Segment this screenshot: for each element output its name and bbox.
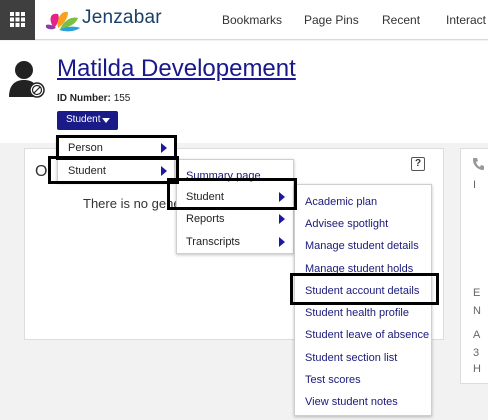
menu-item-student[interactable]: Student — [58, 160, 176, 182]
menu-item-label: Transcripts — [186, 236, 240, 248]
menu-item-manage-student-details[interactable]: Manage student details — [295, 235, 433, 257]
menu-item-reports[interactable]: Reports — [177, 208, 295, 230]
menu-item-label: Reports — [186, 213, 225, 225]
menu-item-view-student-notes[interactable]: View student notes — [295, 391, 433, 413]
side-card-letter: 3 — [473, 347, 480, 359]
nav-page-pins[interactable]: Page Pins — [304, 13, 359, 27]
menu-item-student-account-details[interactable]: Student account details — [295, 280, 433, 302]
menu-item-label: View student notes — [305, 396, 398, 408]
menu-item-student-sub[interactable]: Student — [177, 186, 295, 208]
menu-item-label: Student section list — [305, 352, 398, 364]
id-number-value: 155 — [113, 93, 131, 104]
menu-item-student-leave-of-absence[interactable]: Student leave of absence — [295, 324, 433, 346]
phone-icon — [473, 158, 484, 170]
side-card-letter: H — [473, 363, 481, 375]
nav-bookmarks[interactable]: Bookmarks — [222, 13, 282, 27]
person-name-link[interactable]: Matilda Developement — [57, 55, 296, 83]
side-card-letter: N — [473, 305, 481, 317]
side-card-letter: A — [473, 329, 481, 341]
side-card-letter: E — [473, 287, 481, 299]
menu-item-academic-plan[interactable]: Academic plan — [295, 191, 433, 213]
nav-recent[interactable]: Recent — [382, 13, 420, 27]
person-header: Matilda Developement ID Number: 155 Stud… — [0, 41, 488, 143]
menu-item-label: Academic plan — [305, 196, 378, 208]
menu-item-student-section-list[interactable]: Student section list — [295, 347, 433, 369]
side-card-letter: I — [473, 179, 477, 191]
card-title-initial: O — [35, 163, 48, 180]
student-role-dropdown-button[interactable]: Student — [57, 111, 118, 130]
app-root: Jenzabar Bookmarks Page Pins Recent Inte… — [0, 0, 488, 420]
grid-icon — [10, 12, 25, 27]
chevron-right-icon — [279, 237, 285, 247]
top-bar: Jenzabar Bookmarks Page Pins Recent Inte… — [0, 0, 488, 40]
student-submenu: Summary page Student Reports Transcripts — [176, 159, 294, 254]
person-avatar-icon — [9, 61, 45, 98]
chevron-right-icon — [279, 192, 285, 202]
menu-item-label: Student leave of absence — [305, 329, 430, 341]
menu-item-advisee-spotlight[interactable]: Advisee spotlight — [295, 213, 433, 235]
menu-item-summary-page[interactable]: Summary page — [177, 165, 295, 187]
menu-item-label: Person — [68, 142, 103, 154]
logo-text: Jenzabar — [82, 7, 162, 28]
side-card: I E N A 3 H — [460, 148, 488, 384]
student-pages-submenu: Academic plan Advisee spotlight Manage s… — [294, 184, 432, 416]
chevron-right-icon — [279, 214, 285, 224]
id-number-label: ID Number: — [57, 93, 111, 104]
role-menu: Person Student — [57, 136, 175, 182]
menu-item-label: Student — [186, 191, 224, 203]
chevron-right-icon — [161, 143, 167, 153]
student-role-label: Student — [66, 114, 101, 125]
menu-item-label: Advisee spotlight — [305, 218, 389, 230]
caret-down-icon — [102, 118, 110, 123]
menu-item-label: Manage student details — [305, 240, 419, 252]
menu-item-label: Manage student holds — [305, 263, 414, 275]
menu-item-manage-student-holds[interactable]: Manage student holds — [295, 258, 433, 280]
apps-grid-button[interactable] — [0, 0, 35, 40]
menu-item-person[interactable]: Person — [58, 137, 176, 159]
chevron-right-icon — [161, 166, 167, 176]
help-icon[interactable]: ? — [411, 157, 425, 171]
menu-item-transcripts[interactable]: Transcripts — [177, 231, 295, 253]
id-number: ID Number: 155 — [57, 93, 130, 104]
menu-item-label: Student — [68, 165, 106, 177]
menu-item-test-scores[interactable]: Test scores — [295, 369, 433, 391]
menu-item-label: Student health profile — [305, 307, 409, 319]
menu-item-label: Student account details — [305, 285, 420, 297]
menu-item-student-health-profile[interactable]: Student health profile — [295, 302, 433, 324]
nav-interact[interactable]: Interact — [446, 13, 486, 27]
menu-item-label: Test scores — [305, 374, 361, 386]
menu-item-label: Summary page — [186, 170, 261, 182]
